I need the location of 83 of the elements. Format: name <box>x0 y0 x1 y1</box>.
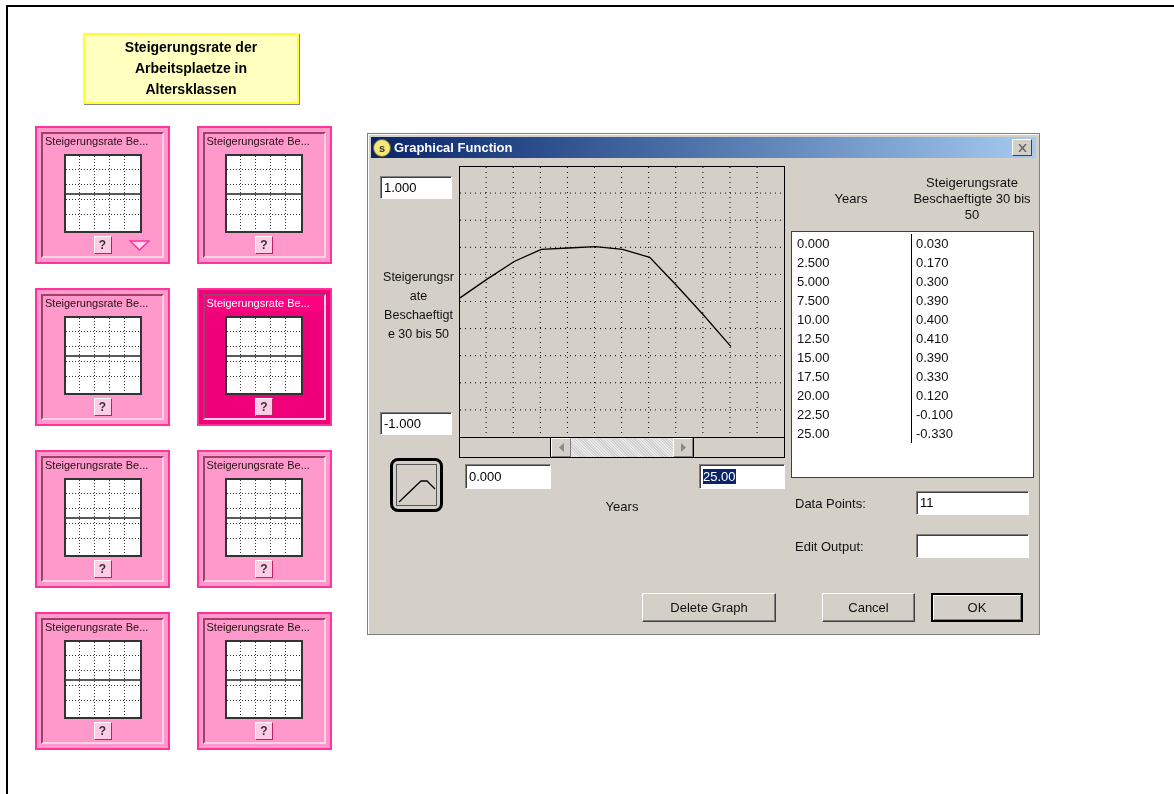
table-cell-text: 17.50 <box>797 368 831 386</box>
left-arrow-icon <box>558 443 564 452</box>
table-cell-text: 5.000 <box>797 273 831 291</box>
app-icon: s <box>373 138 391 157</box>
table-cell-text: 0.410 <box>916 330 950 348</box>
graph-card[interactable]: Steigerungsrate Be... ? <box>196 126 332 264</box>
card-title: Steigerungsrate Be... <box>205 620 311 635</box>
data-points-field[interactable]: 11 <box>916 491 1029 515</box>
graph-card[interactable]: Steigerungsrate Be... ? <box>196 288 332 426</box>
graph-grid-icon <box>63 478 142 557</box>
table-cell-text: 0.390 <box>916 349 950 367</box>
table-cell-text: 2.500 <box>797 254 831 272</box>
x-max-field[interactable]: 25.00 <box>699 464 785 489</box>
banner-label: Steigerungsrate der Arbeitsplaetze in Altersklassen <box>83 33 299 104</box>
card-title: Steigerungsrate Be... <box>205 134 311 149</box>
horizontal-scrollbar[interactable] <box>459 438 785 458</box>
table-cell-text: 22.50 <box>797 406 831 424</box>
table-cell-text: 0.000 <box>797 235 831 253</box>
table-cell-text: 20.00 <box>797 387 831 405</box>
x-axis-label: Years <box>605 498 639 516</box>
table-cell-text: 7.500 <box>797 292 831 310</box>
table-cell-text: 12.50 <box>797 330 831 348</box>
table-cell-text: 0.120 <box>916 387 950 405</box>
card-title: Steigerungsrate Be... <box>44 134 150 149</box>
table-cell-text: -0.100 <box>916 406 953 424</box>
graph-grid-icon <box>225 316 303 395</box>
help-button[interactable]: ? <box>93 560 112 578</box>
scroll-right-button[interactable] <box>673 438 693 457</box>
y-axis-label: Steigerungsr ate Beschaeftigt e 30 bis 50 <box>382 268 455 343</box>
dialog-button[interactable]: OK <box>931 593 1023 622</box>
window-title: Graphical Function <box>394 138 514 157</box>
graph-grid-icon <box>63 640 142 719</box>
table-cell-text: 0.170 <box>916 254 950 272</box>
graph-grid-icon <box>63 316 142 395</box>
table-cell-text: 0.400 <box>916 311 950 329</box>
graph-card[interactable]: Steigerungsrate Be... ? <box>35 612 170 750</box>
help-button[interactable]: ? <box>255 722 273 740</box>
dialog-button[interactable]: Cancel <box>822 593 915 622</box>
graph-plot[interactable] <box>459 166 785 438</box>
help-button[interactable]: ? <box>255 560 273 578</box>
field-label: Data Points: <box>795 496 866 511</box>
close-button[interactable] <box>1012 139 1032 156</box>
right-arrow-icon <box>680 443 686 452</box>
graph-card[interactable]: Steigerungsrate Be... ? <box>196 450 332 588</box>
y-min-field[interactable]: -1.000 <box>380 412 452 435</box>
column-header: Years <box>834 190 868 207</box>
table-cell-text: 0.030 <box>916 235 950 253</box>
graph-card[interactable]: Steigerungsrate Be... ? <box>35 288 170 426</box>
y-max-field[interactable]: 1.000 <box>380 176 452 199</box>
scroll-left-button[interactable] <box>551 438 571 457</box>
graph-grid-icon <box>225 154 303 233</box>
curve-type-button[interactable] <box>390 458 443 512</box>
edit-output-field[interactable] <box>916 534 1029 558</box>
table-cell-text: 15.00 <box>797 349 831 367</box>
graph-grid-icon <box>225 640 303 719</box>
graph-card[interactable]: Steigerungsrate Be... ? <box>196 612 332 750</box>
field-label: Edit Output: <box>795 539 864 554</box>
card-title: Steigerungsrate Be... <box>44 620 150 635</box>
card-title: Steigerungsrate Be... <box>204 296 324 311</box>
table-cell-text: 25.00 <box>797 425 831 443</box>
table-cell-text: 10.00 <box>797 311 831 329</box>
table-cell-text: -0.330 <box>916 425 953 443</box>
help-button[interactable]: ? <box>93 236 112 254</box>
graph-grid-icon <box>63 154 142 233</box>
graph-card[interactable]: Steigerungsrate Be... ? <box>35 126 170 264</box>
table-cell-text: 0.300 <box>916 273 950 291</box>
table-cell-text: 0.330 <box>916 368 950 386</box>
column-header: Steigerungsrate Beschaeftigte 30 bis 50 <box>912 174 1032 223</box>
help-button[interactable]: ? <box>93 722 112 740</box>
help-button[interactable]: ? <box>255 398 273 416</box>
card-title: Steigerungsrate Be... <box>44 458 150 473</box>
graph-card[interactable]: Steigerungsrate Be... ? <box>35 450 170 588</box>
card-title: Steigerungsrate Be... <box>205 458 311 473</box>
dialog-button[interactable]: Delete Graph <box>642 593 776 622</box>
help-button[interactable]: ? <box>93 398 112 416</box>
table-cell-text: 0.390 <box>916 292 950 310</box>
card-title: Steigerungsrate Be... <box>44 296 150 311</box>
curve-icon <box>396 464 437 506</box>
dropdown-triangle-icon[interactable] <box>129 240 150 251</box>
help-button[interactable]: ? <box>255 236 273 254</box>
graph-grid-icon <box>225 478 303 557</box>
x-min-field[interactable]: 0.000 <box>465 464 551 489</box>
close-icon <box>1017 143 1027 152</box>
